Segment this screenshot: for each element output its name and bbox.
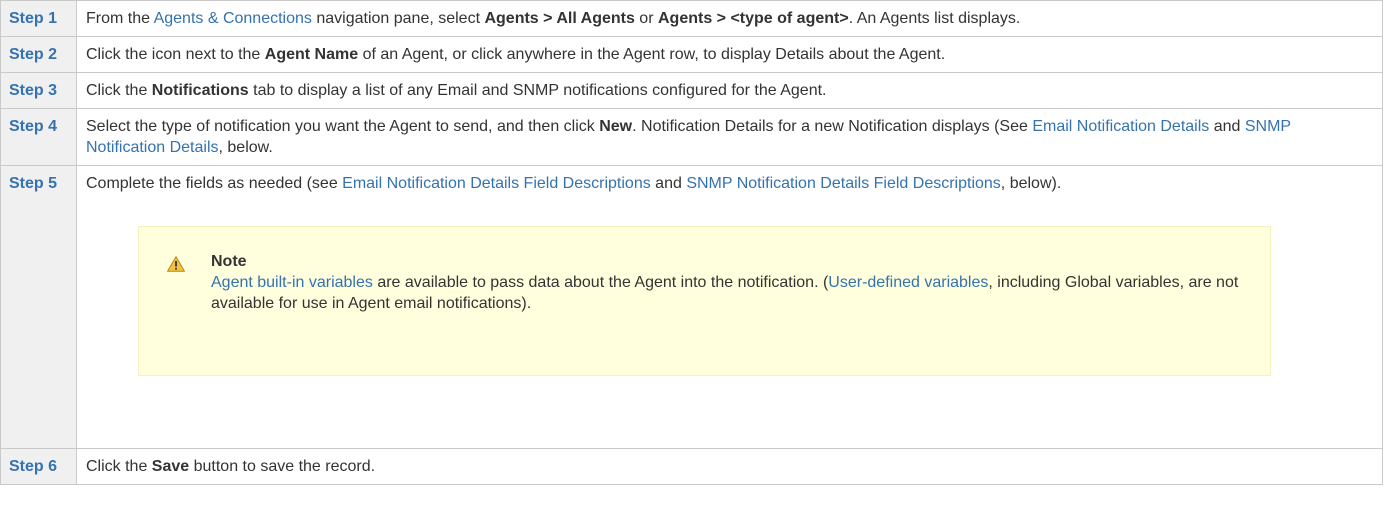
step-text: Select the type of notification you want…	[76, 108, 1383, 166]
step-label: Step 1	[0, 0, 77, 37]
note-text: Agent built-in variables are available t…	[211, 272, 1250, 314]
text-segment: and	[1209, 118, 1245, 135]
text-segment: Click the	[86, 458, 152, 475]
step-text: Click the Notifications tab to display a…	[76, 72, 1383, 109]
ui-term: New	[599, 118, 633, 135]
ui-term: Agents > <type of agent>	[657, 10, 849, 27]
doc-link[interactable]: Agent built-in variables	[211, 274, 373, 291]
step-row: Step 1 From the Agents & Connections nav…	[0, 0, 1383, 37]
step-label: Step 3	[0, 72, 77, 109]
text-segment: Click the	[86, 82, 152, 99]
text-segment: . An Agents list displays.	[848, 10, 1021, 27]
doc-link[interactable]: Email Notification Details Field Descrip…	[342, 175, 651, 192]
text-segment: . Notification Details for a new Notific…	[632, 118, 1033, 135]
text-segment: and	[650, 175, 687, 192]
step-text: Click the Save button to save the record…	[76, 448, 1383, 485]
text-segment: button to save the record.	[189, 458, 376, 475]
doc-link[interactable]: User-defined variables	[828, 274, 988, 291]
step-row: Step 5 Complete the fields as needed (se…	[0, 165, 1383, 449]
note-panel: Note Agent built-in variables are availa…	[138, 226, 1271, 376]
step-row: Step 3 Click the Notifications tab to di…	[0, 72, 1383, 109]
text-segment: Complete the fields as needed (see	[86, 175, 343, 192]
step-label: Step 5	[0, 165, 77, 449]
doc-link[interactable]: Agents & Connections	[154, 10, 312, 27]
step-row: Step 2 Click the icon next to the Agent …	[0, 36, 1383, 73]
step-label: Step 6	[0, 448, 77, 485]
doc-link[interactable]: SNMP Notification Details Field Descript…	[686, 175, 1000, 192]
text-segment: Click the icon next to the	[86, 46, 265, 63]
ui-term: Agents > All Agents	[484, 10, 635, 27]
step-text: Complete the fields as needed (see Email…	[86, 173, 1374, 194]
procedure-steps-table: Step 1 From the Agents & Connections nav…	[0, 0, 1383, 485]
text-segment: Select the type of notification you want…	[86, 118, 600, 135]
ui-term: Notifications	[151, 82, 249, 99]
step-text: Click the icon next to the Agent Name of…	[76, 36, 1383, 73]
warning-triangle-icon	[167, 256, 185, 272]
step-row: Step 4 Select the type of notification y…	[0, 108, 1383, 166]
step-cell: Complete the fields as needed (see Email…	[76, 165, 1383, 449]
text-segment: tab to display a list of any Email and S…	[248, 82, 827, 99]
text-segment: From the	[86, 10, 154, 27]
text-segment: , below).	[1000, 175, 1062, 192]
step-row: Step 6 Click the Save button to save the…	[0, 448, 1383, 485]
ui-term: Save	[151, 458, 190, 475]
step-label: Step 2	[0, 36, 77, 73]
text-segment: of an Agent, or click anywhere in the Ag…	[358, 46, 946, 63]
text-segment: or	[634, 10, 658, 27]
text-segment: , below.	[218, 139, 273, 156]
step-text: From the Agents & Connections navigation…	[76, 0, 1383, 37]
ui-term: Agent Name	[264, 46, 359, 63]
text-segment: navigation pane, select	[311, 10, 485, 27]
text-segment: are available to pass data about the Age…	[372, 274, 829, 291]
doc-link[interactable]: Email Notification Details	[1032, 118, 1209, 135]
step-label: Step 4	[0, 108, 77, 166]
note-title: Note	[211, 253, 247, 270]
